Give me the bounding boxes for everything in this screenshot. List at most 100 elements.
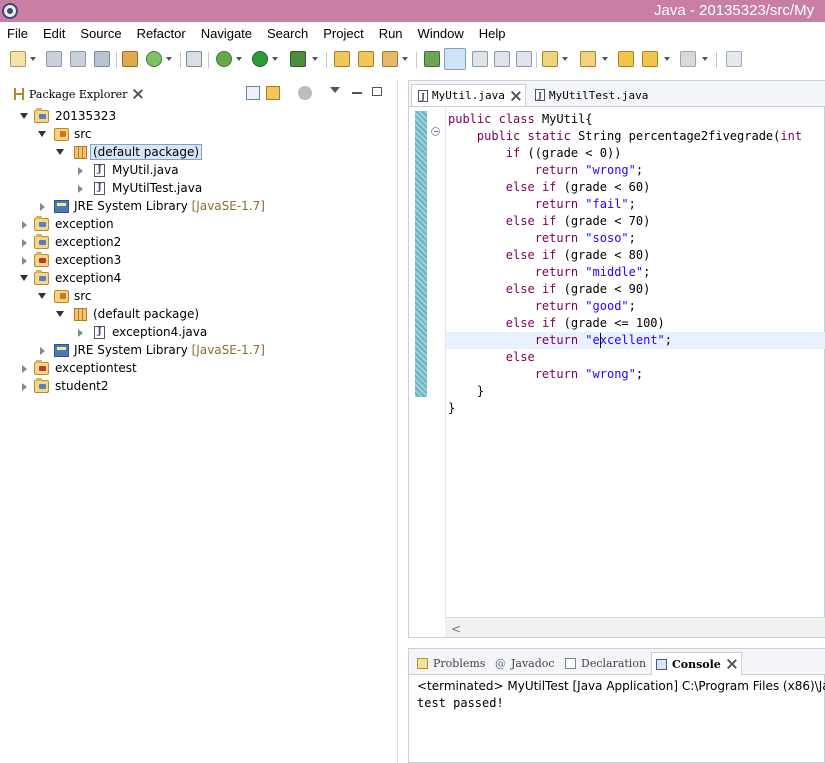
previous-edit-icon[interactable]: [580, 51, 596, 67]
tab-myutil-java[interactable]: J MyUtil.java: [411, 84, 526, 106]
tree-item-project-exceptiontest[interactable]: exceptiontest: [4, 360, 398, 378]
code-line[interactable]: return "wrong";: [446, 162, 825, 179]
expand-arrow-icon[interactable]: [20, 275, 28, 281]
code-line[interactable]: return "middle";: [446, 264, 825, 281]
new-icon[interactable]: [10, 51, 26, 67]
code-line[interactable]: else: [446, 349, 825, 366]
menu-source[interactable]: Source: [80, 26, 121, 41]
next-edit-dropdown-icon[interactable]: [562, 57, 568, 61]
tree-item-default-package[interactable]: (default package): [4, 306, 398, 324]
previous-edit-dropdown-icon[interactable]: [602, 57, 608, 61]
menu-refactor[interactable]: Refactor: [137, 26, 186, 41]
tab-myutiltest-java[interactable]: J MyUtilTest.java: [529, 84, 648, 106]
link-with-editor-icon[interactable]: [266, 86, 280, 100]
code-line[interactable]: public static String percentage2fivegrad…: [446, 128, 825, 145]
expand-arrow-icon[interactable]: [22, 365, 27, 373]
search-tool-icon[interactable]: [382, 51, 398, 67]
open-type-icon[interactable]: [334, 51, 350, 67]
menu-project[interactable]: Project: [323, 26, 363, 41]
next-annotation-icon[interactable]: [424, 51, 440, 67]
maximize-icon[interactable]: [372, 87, 382, 96]
close-icon[interactable]: [511, 91, 521, 101]
tree-item-project-exception3[interactable]: exception3: [4, 252, 398, 270]
tree-item-project-exception[interactable]: exception: [4, 216, 398, 234]
expand-arrow-icon[interactable]: [38, 131, 46, 137]
toggle-mark-occurrences-icon[interactable]: [444, 48, 466, 70]
expand-arrow-icon[interactable]: [22, 239, 27, 247]
code-line[interactable]: return "soso";: [446, 230, 825, 247]
fold-toggle-icon[interactable]: [431, 127, 440, 136]
close-icon[interactable]: [727, 659, 737, 669]
code-line[interactable]: else if (grade < 80): [446, 247, 825, 264]
open-resource-icon[interactable]: [358, 51, 374, 67]
expand-arrow-icon[interactable]: [78, 167, 83, 175]
debug-dropdown-icon[interactable]: [236, 57, 242, 61]
run-icon[interactable]: [252, 51, 268, 67]
tree-item-src[interactable]: src: [4, 288, 398, 306]
tree-item-project-20135323[interactable]: 20135323: [4, 108, 398, 126]
back-icon[interactable]: [642, 51, 658, 67]
print-icon[interactable]: [94, 51, 110, 67]
tree-item-myutiltest-java[interactable]: J MyUtilTest.java: [4, 180, 398, 198]
new-dropdown-icon[interactable]: [30, 57, 36, 61]
run-dropdown-icon[interactable]: [272, 57, 278, 61]
external-tools-icon[interactable]: [290, 51, 306, 67]
expand-arrow-icon[interactable]: [56, 311, 64, 317]
save-icon[interactable]: [46, 51, 62, 67]
expand-arrow-icon[interactable]: [40, 203, 45, 211]
forward-dropdown-icon[interactable]: [702, 57, 708, 61]
tree-item-jre-library[interactable]: JRE System Library [JavaSE-1.7]: [4, 342, 398, 360]
expand-arrow-icon[interactable]: [78, 185, 83, 193]
tab-declaration[interactable]: Declaration: [561, 654, 646, 672]
expand-arrow-icon[interactable]: [22, 221, 27, 229]
search-dropdown-icon[interactable]: [402, 57, 408, 61]
tree-item-project-student2[interactable]: student2: [4, 378, 398, 396]
menu-edit[interactable]: Edit: [43, 26, 65, 41]
close-icon[interactable]: [133, 89, 143, 99]
expand-arrow-icon[interactable]: [38, 293, 46, 299]
toggle-block-selection-icon[interactable]: [472, 51, 488, 67]
menu-help[interactable]: Help: [479, 26, 506, 41]
tree-item-project-exception2[interactable]: exception2: [4, 234, 398, 252]
code-line[interactable]: }: [446, 400, 825, 417]
code-line[interactable]: if ((grade < 0)): [446, 145, 825, 162]
tree-item-myutil-java[interactable]: J MyUtil.java: [4, 162, 398, 180]
eclipse-app-icon[interactable]: [2, 3, 18, 19]
code-line[interactable]: else if (grade < 70): [446, 213, 825, 230]
show-whitespace-icon[interactable]: [516, 51, 532, 67]
pin-editor-icon[interactable]: [726, 51, 742, 67]
collapse-all-icon[interactable]: [246, 86, 260, 100]
tab-console[interactable]: Console: [651, 652, 742, 675]
code-line[interactable]: else if (grade < 60): [446, 179, 825, 196]
expand-arrow-icon[interactable]: [22, 257, 27, 265]
expand-arrow-icon[interactable]: [78, 329, 83, 337]
tab-problems[interactable]: Problems: [413, 654, 485, 672]
code-line[interactable]: else if (grade <= 100): [446, 315, 825, 332]
menu-navigate[interactable]: Navigate: [201, 26, 252, 41]
expand-arrow-icon[interactable]: [40, 347, 45, 355]
view-menu-icon[interactable]: [330, 87, 340, 93]
back-dropdown-icon[interactable]: [664, 57, 670, 61]
code-line[interactable]: }: [446, 383, 825, 400]
menu-search[interactable]: Search: [267, 26, 308, 41]
skip-breakpoints-icon[interactable]: [186, 51, 202, 67]
debug-icon[interactable]: [216, 51, 232, 67]
tab-javadoc[interactable]: @ Javadoc: [491, 654, 555, 672]
tree-item-project-exception4[interactable]: exception4: [4, 270, 398, 288]
horizontal-scrollbar[interactable]: <: [445, 617, 825, 637]
save-all-icon[interactable]: [70, 51, 86, 67]
external-tools-dropdown-icon[interactable]: [312, 57, 318, 61]
new-java-package-icon[interactable]: [122, 51, 138, 67]
tree-item-default-package[interactable]: (default package): [4, 144, 398, 162]
menu-file[interactable]: File: [7, 26, 28, 41]
package-explorer-tab[interactable]: Package Explorer: [8, 83, 154, 105]
minimize-icon[interactable]: [352, 92, 362, 94]
tree-item-exception4-java[interactable]: J exception4.java: [4, 324, 398, 342]
menu-window[interactable]: Window: [418, 26, 464, 41]
code-text-area[interactable]: public class MyUtil{ public static Strin…: [445, 107, 825, 617]
last-edit-location-icon[interactable]: [618, 51, 634, 67]
forward-icon[interactable]: [680, 51, 696, 67]
code-line[interactable]: return "fail";: [446, 196, 825, 213]
expand-arrow-icon[interactable]: [56, 149, 64, 155]
next-edit-icon[interactable]: [542, 51, 558, 67]
